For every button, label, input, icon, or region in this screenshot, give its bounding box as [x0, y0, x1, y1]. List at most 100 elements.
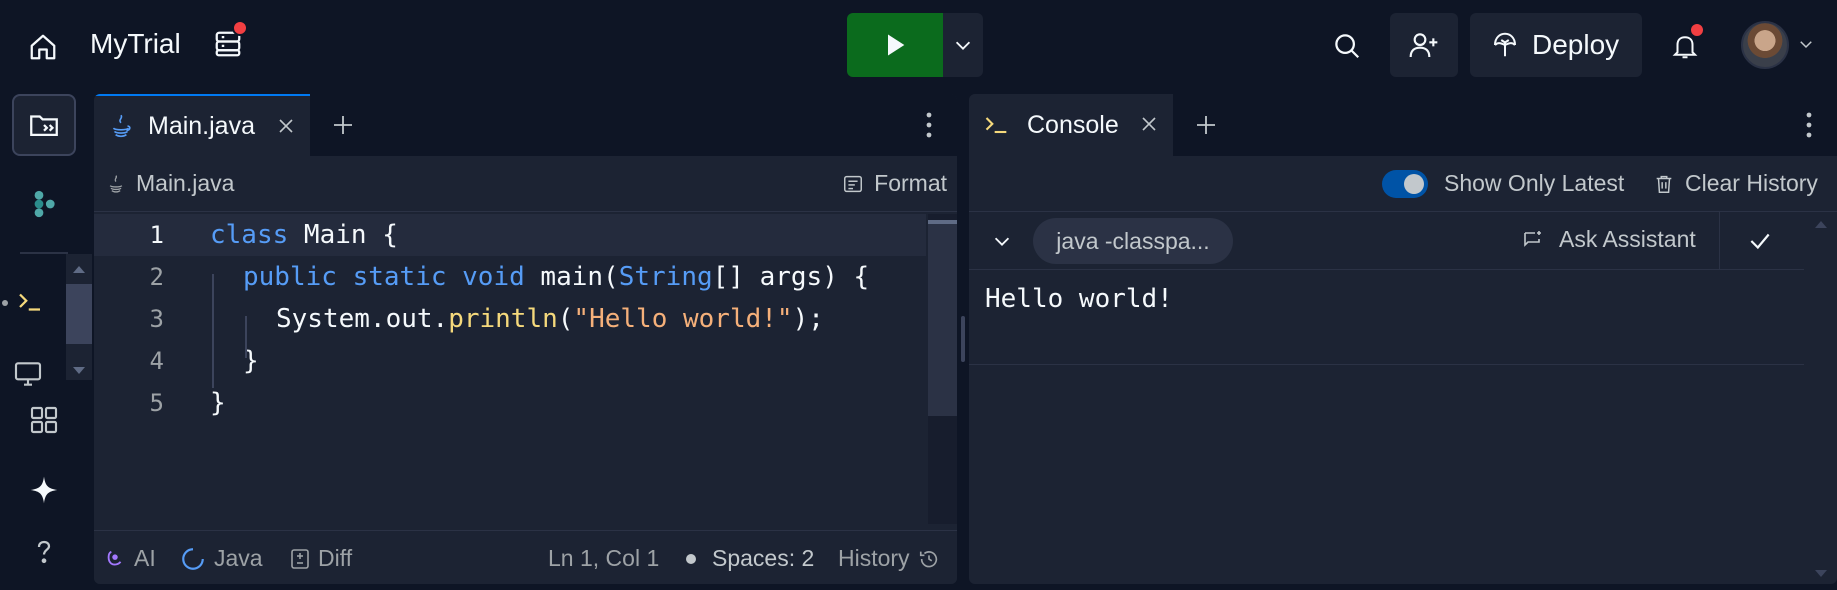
- code-token: );: [792, 304, 824, 334]
- spaces-setting[interactable]: Spaces: 2: [686, 545, 814, 572]
- command-chip[interactable]: java -classpa...: [1033, 218, 1233, 264]
- more-options-icon[interactable]: [1801, 110, 1817, 140]
- notification-dot: [1689, 22, 1705, 38]
- add-tab-icon[interactable]: [1191, 110, 1221, 140]
- agent-icon[interactable]: [22, 182, 66, 226]
- chevron-down-icon: [955, 41, 971, 50]
- deploy-button[interactable]: Deploy: [1470, 13, 1642, 77]
- code-area[interactable]: 1 class Main { 2 public static void main(St…: [94, 214, 926, 514]
- language-status[interactable]: Java: [180, 545, 263, 572]
- java-icon: [112, 114, 131, 138]
- code-text: }: [210, 388, 226, 418]
- code-text: public static void main(String[] args) {: [243, 262, 869, 292]
- code-line[interactable]: 4}: [94, 340, 926, 382]
- cursor-position[interactable]: Ln 1, Col 1: [548, 545, 659, 572]
- console-nav-icon[interactable]: [8, 280, 52, 324]
- editor-scroll-thumb[interactable]: [928, 220, 957, 416]
- format-label: Format: [874, 170, 947, 196]
- diff-label: Diff: [318, 545, 353, 571]
- app-title[interactable]: MyTrial: [90, 28, 181, 60]
- indent-guide: [212, 274, 214, 388]
- more-options-icon[interactable]: [921, 110, 937, 140]
- apps-grid-icon[interactable]: [22, 398, 66, 442]
- avatar[interactable]: [1741, 21, 1789, 69]
- show-latest-toggle[interactable]: [1382, 170, 1428, 198]
- code-token: class: [210, 220, 289, 250]
- run-button[interactable]: [847, 13, 943, 77]
- breadcrumb[interactable]: Main.java: [106, 170, 234, 197]
- code-token: }: [210, 388, 226, 418]
- code-token: Main {: [288, 220, 398, 250]
- code-token: void: [462, 262, 525, 292]
- code-token: main(: [524, 262, 619, 292]
- console-icon: [985, 117, 1007, 134]
- file-path-bar: Main.java Format: [94, 156, 957, 212]
- code-line[interactable]: 1 class Main {: [94, 214, 926, 256]
- sidebar-divider: [20, 252, 68, 254]
- ai-status[interactable]: AI: [104, 545, 156, 572]
- scroll-down-icon[interactable]: [72, 366, 86, 376]
- scroll-down-icon[interactable]: [1813, 568, 1829, 580]
- code-line[interactable]: 3 System.out.println("Hello world!");: [94, 298, 926, 340]
- top-bar: MyTrial Deploy: [0, 0, 1837, 90]
- scroll-up-icon[interactable]: [1813, 218, 1829, 230]
- scroll-up-icon[interactable]: [72, 264, 86, 274]
- close-icon[interactable]: [274, 114, 298, 138]
- add-tab-icon[interactable]: [328, 110, 358, 140]
- sparkle-icon[interactable]: [22, 468, 66, 512]
- check-icon: [1745, 226, 1775, 256]
- indent-guide: [245, 316, 247, 358]
- webview-icon[interactable]: [6, 352, 50, 396]
- history-button[interactable]: History: [838, 545, 940, 572]
- folder-icon: [30, 115, 58, 137]
- invite-button[interactable]: [1390, 13, 1458, 77]
- format-button[interactable]: Format: [842, 170, 947, 197]
- breadcrumb-file: Main.java: [136, 170, 235, 196]
- ai-icon: [107, 550, 122, 565]
- bell-icon[interactable]: [1663, 22, 1707, 68]
- line-number: 5: [149, 389, 164, 417]
- divider: [1719, 212, 1720, 270]
- code-token: static: [352, 262, 447, 292]
- console-toolbar: Show Only Latest Clear History: [969, 156, 1837, 212]
- chevron-down-icon[interactable]: [987, 226, 1017, 256]
- search-icon[interactable]: [1325, 24, 1369, 68]
- clear-history-button[interactable]: Clear History: [1653, 170, 1818, 197]
- ask-assistant-button[interactable]: Ask Assistant: [1521, 226, 1696, 253]
- code-line[interactable]: 2 public static void main(String[] args) …: [94, 256, 926, 298]
- database-icon[interactable]: [208, 20, 248, 64]
- diff-icon: [291, 548, 309, 569]
- chevron-down-icon[interactable]: [1794, 32, 1818, 56]
- files-button[interactable]: [12, 94, 76, 156]
- diff-button[interactable]: Diff: [290, 545, 352, 572]
- clear-history-label: Clear History: [1685, 170, 1818, 196]
- sidebar-scroll-thumb[interactable]: [66, 284, 92, 344]
- home-icon[interactable]: [22, 26, 64, 68]
- code-line[interactable]: 5}: [94, 382, 926, 424]
- tab-console[interactable]: Console: [969, 94, 1173, 156]
- ai-label: AI: [134, 545, 156, 571]
- tab-main-java[interactable]: Main.java: [94, 94, 310, 156]
- java-icon: [109, 174, 123, 193]
- help-icon[interactable]: [22, 530, 66, 574]
- cursor-label: Ln 1, Col 1: [548, 545, 660, 571]
- deploy-label: Deploy: [1532, 29, 1620, 60]
- deploy-icon: [1494, 32, 1516, 57]
- tab-label: Main.java: [148, 111, 255, 140]
- run-options-button[interactable]: [943, 13, 983, 77]
- history-label: History: [838, 545, 910, 571]
- code-token: String: [618, 262, 713, 292]
- left-sidebar: [0, 90, 92, 590]
- play-icon: [888, 34, 905, 56]
- format-icon: [844, 175, 863, 192]
- pane-resize-handle[interactable]: [961, 316, 965, 362]
- code-token: System.out.: [276, 304, 449, 334]
- line-number: 3: [149, 305, 164, 333]
- editor-pane: Main.java Main.java Format 1 class Main {…: [94, 94, 957, 584]
- line-number: 4: [149, 347, 164, 375]
- line-number: 1: [149, 221, 164, 249]
- close-icon[interactable]: [1137, 112, 1161, 136]
- add-user-icon: [1409, 33, 1438, 58]
- editor-tab-bar: Main.java: [94, 94, 957, 156]
